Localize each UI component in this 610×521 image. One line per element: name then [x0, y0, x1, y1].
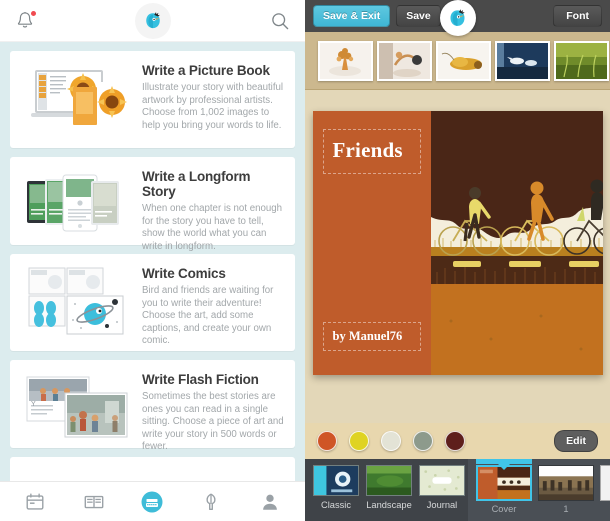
card-description: When one chapter is not enough for the s… [142, 203, 283, 252]
template-classic-thumbnail [313, 465, 359, 496]
sidebar-item-reader[interactable] [82, 490, 106, 514]
editor-logo[interactable] [439, 0, 476, 36]
left-header [0, 0, 305, 42]
card-title: Write a Picture Book [142, 63, 270, 78]
poetry-thumbnail [18, 467, 136, 481]
template-label: Landscape [366, 500, 412, 510]
font-button[interactable]: Font [553, 4, 602, 28]
book-title: Friends [332, 138, 403, 162]
template-landscape[interactable]: Landscape [366, 465, 412, 510]
card-body: Write Comics Bird and friends are waitin… [136, 264, 285, 348]
card-description: Sometimes the best stories are ones you … [142, 391, 284, 453]
swatch-cream[interactable] [381, 431, 401, 451]
template-classic[interactable]: Classic [313, 465, 359, 510]
image-thumbnail-1[interactable] [318, 40, 373, 81]
template-journal[interactable]: Journal [419, 465, 465, 510]
page-list[interactable]: Cover 1 [468, 459, 610, 521]
save-button[interactable]: Save [396, 4, 441, 28]
picture-book-thumbnail [18, 61, 136, 133]
image-thumbnail-2[interactable] [377, 40, 432, 81]
image-picker-strip[interactable] [305, 32, 610, 90]
sidebar-item-write[interactable] [140, 490, 164, 514]
person-icon [262, 494, 277, 510]
card-body: Write a Picture Book Illustrate your sto… [136, 61, 285, 132]
book-icon [84, 495, 104, 508]
still-life-image [379, 42, 430, 79]
template-label: Classic [321, 500, 351, 510]
longform-story-thumbnail [18, 167, 136, 239]
notification-dot [30, 9, 37, 17]
book-spine: Friends by Manuel76 [312, 111, 431, 375]
page-cover[interactable]: Cover [476, 459, 532, 514]
add-page-placeholder[interactable] [600, 465, 610, 501]
blue-birds-image [497, 42, 548, 79]
image-thumbnail-4[interactable] [495, 40, 550, 81]
typewriter-icon [141, 491, 163, 512]
sidebar-item-tools[interactable] [199, 490, 223, 514]
flower-image [320, 42, 371, 79]
sidebar-item-calendar[interactable] [23, 490, 47, 514]
card-title: Write Comics [142, 266, 226, 281]
page-1[interactable]: 1 [538, 465, 594, 514]
right-panel: Save & Exit Save Font Friends by Manuel7… [305, 0, 610, 521]
template-and-page-bar: Classic Landscape Journal Cover 1 [305, 459, 610, 521]
book-cover-preview[interactable]: Friends by Manuel76 [312, 111, 603, 375]
swatch-sage[interactable] [413, 431, 433, 451]
page-cover-thumbnail [476, 465, 532, 501]
app-logo[interactable] [134, 3, 171, 39]
story-card-flash-fiction[interactable]: Y Write Flash Fiction Sometimes the best… [10, 360, 295, 452]
card-title: Write Flash Fiction [142, 372, 259, 387]
book-author-field[interactable]: by Manuel76 [322, 322, 421, 351]
card-body: Write Flash Fiction Sometimes the best s… [136, 370, 285, 454]
book-author: by Manuel76 [332, 329, 403, 343]
page-1-thumbnail [538, 465, 594, 501]
sidebar-item-profile[interactable] [258, 490, 282, 514]
card-body: Write Poetry [136, 467, 285, 481]
notifications-button[interactable] [14, 9, 37, 32]
comics-thumbnail [18, 264, 136, 336]
calendar-icon [26, 493, 44, 510]
image-thumbnail-5[interactable] [554, 40, 609, 81]
swatch-orange[interactable] [317, 431, 337, 451]
butterfly-image [438, 42, 489, 79]
editor-toolbar: Save & Exit Save Font [305, 0, 610, 36]
book-canvas: Friends by Manuel76 [305, 90, 610, 423]
page-label: Cover [491, 504, 517, 514]
story-type-list[interactable]: Write a Picture Book Illustrate your sto… [0, 42, 305, 481]
bird-logo-icon [450, 8, 465, 26]
quill-icon [206, 493, 216, 510]
card-body: Write a Longform Story When one chapter … [136, 167, 285, 253]
story-card-poetry[interactable]: Write Poetry [10, 457, 295, 481]
template-journal-thumbnail [419, 465, 465, 496]
app-root: Write a Picture Book Illustrate your sto… [0, 0, 610, 521]
swatch-yellow[interactable] [349, 431, 369, 451]
flash-fiction-thumbnail: Y [18, 370, 136, 442]
card-title: Write a Longform Story [142, 169, 251, 199]
svg-text:Y: Y [31, 401, 36, 408]
bird-logo-icon [145, 12, 160, 29]
story-card-comics[interactable]: Write Comics Bird and friends are waitin… [10, 254, 295, 351]
story-card-picture-book[interactable]: Write a Picture Book Illustrate your sto… [10, 51, 295, 148]
cyclists-illustration[interactable] [430, 111, 603, 375]
image-thumbnail-3[interactable] [436, 40, 491, 81]
book-title-field[interactable]: Friends [322, 129, 421, 174]
search-icon[interactable] [269, 10, 291, 32]
story-card-longform[interactable]: Write a Longform Story When one chapter … [10, 157, 295, 252]
edit-button[interactable]: Edit [554, 430, 598, 452]
template-landscape-thumbnail [366, 465, 412, 496]
template-list[interactable]: Classic Landscape Journal [305, 459, 468, 521]
color-palette[interactable]: Edit [305, 423, 610, 459]
swatch-maroon[interactable] [445, 431, 465, 451]
card-description: Bird and friends are waiting for you to … [142, 285, 274, 347]
card-description: Illustrate your story with beautiful art… [142, 82, 284, 131]
selected-page-marker [476, 459, 532, 464]
bottom-tab-bar[interactable] [0, 481, 305, 521]
green-grass-image [556, 42, 607, 79]
left-panel: Write a Picture Book Illustrate your sto… [0, 0, 305, 521]
template-label: Journal [426, 500, 458, 510]
page-label: 1 [563, 504, 569, 514]
save-and-exit-button[interactable]: Save & Exit [313, 4, 391, 28]
